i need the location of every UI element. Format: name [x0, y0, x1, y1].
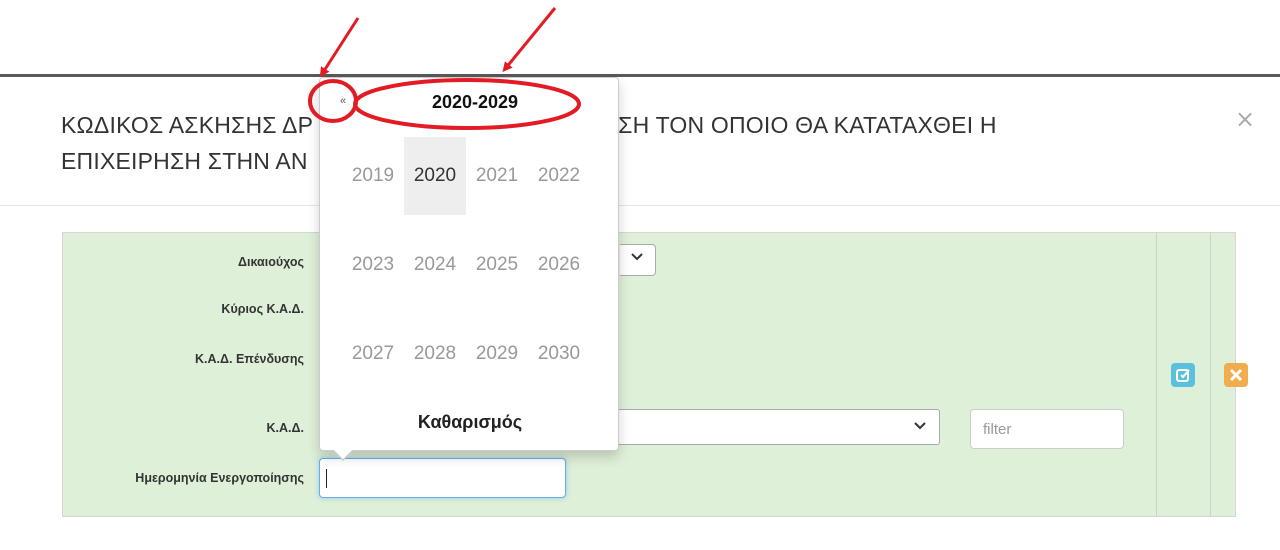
- top-strip: [0, 0, 1280, 76]
- datepicker-pointer: [334, 450, 352, 459]
- filter-input[interactable]: [970, 409, 1124, 449]
- modal-title-line2: ΕΠΙΧΕΙΡΗΣΗ ΣΤΗΝ ΑΝ: [61, 148, 308, 174]
- modal-title: ΚΩΔΙΚΟΣ ΑΣΚΗΣΗΣ ΔΡ) ΜΕ ΒΑΣΗ ΤΟΝ ΟΠΟΙΟ ΘΑ…: [61, 107, 1181, 179]
- modal-title-start: ΚΩΔΙΚΟΣ ΑΣΚΗΣΗΣ ΔΡ: [61, 112, 314, 138]
- main-kad-label: Κύριος Κ.Α.Δ.: [221, 302, 304, 316]
- year-cell[interactable]: 2024: [404, 226, 466, 304]
- activation-date-label: Ημερομηνία Ενεργοποίησης: [135, 471, 304, 485]
- prev-decade-button[interactable]: «: [340, 95, 346, 107]
- chevron-down-icon: [913, 419, 927, 436]
- year-cell[interactable]: 2026: [528, 226, 590, 304]
- year-cell[interactable]: 2023: [342, 226, 404, 304]
- text-caret: [326, 469, 327, 488]
- year-cell[interactable]: 2029: [466, 315, 528, 393]
- close-icon: [1229, 368, 1243, 382]
- chevron-down-icon: [630, 250, 644, 267]
- investment-kad-label: Κ.Α.Δ. Επένδυσης: [195, 352, 304, 366]
- edit-button[interactable]: [1171, 363, 1195, 387]
- modal-header: ΚΩΔΙΚΟΣ ΑΣΚΗΣΗΣ ΔΡ) ΜΕ ΒΑΣΗ ΤΟΝ ΟΠΟΙΟ ΘΑ…: [0, 77, 1280, 205]
- year-cell[interactable]: 2022: [528, 137, 590, 215]
- year-cell[interactable]: 2021: [466, 137, 528, 215]
- decade-switch[interactable]: 2020-2029: [410, 92, 540, 113]
- column-divider: [1210, 233, 1211, 516]
- activation-date-input[interactable]: [319, 458, 566, 498]
- kad-label: Κ.Α.Δ.: [266, 421, 304, 435]
- clear-button[interactable]: Καθαρισμός: [320, 412, 620, 433]
- year-cell[interactable]: 2019: [342, 137, 404, 215]
- year-cell-selected[interactable]: 2020: [404, 137, 466, 215]
- header-divider: [0, 205, 1280, 206]
- year-cell[interactable]: 2030: [528, 315, 590, 393]
- beneficiary-select[interactable]: [620, 244, 656, 276]
- cancel-button[interactable]: [1224, 363, 1248, 387]
- year-cell[interactable]: 2027: [342, 315, 404, 393]
- year-cell[interactable]: 2025: [466, 226, 528, 304]
- edit-icon: [1176, 369, 1190, 382]
- year-datepicker: « 2020-2029 2019 2020 2021 2022 2023 202…: [319, 77, 620, 461]
- close-icon[interactable]: ×: [1235, 107, 1255, 131]
- year-cell[interactable]: 2028: [404, 315, 466, 393]
- beneficiary-label: Δικαιούχος: [238, 255, 304, 269]
- column-divider: [1156, 233, 1157, 516]
